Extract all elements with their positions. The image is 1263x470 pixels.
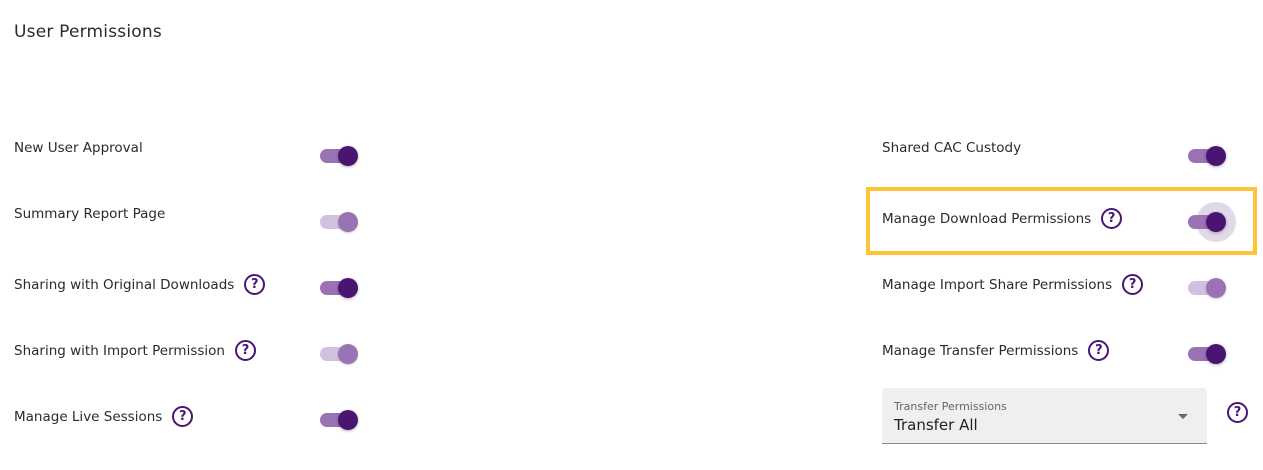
permission-label-text: Summary Report Page: [14, 206, 166, 222]
permission-row-manage-transfer-permissions: Manage Transfer Permissions ?: [882, 340, 1242, 364]
permission-label-text: Sharing with Import Permission: [14, 342, 225, 359]
permission-label-text: New User Approval: [14, 140, 143, 156]
manage-transfer-permissions-toggle[interactable]: [1188, 342, 1226, 366]
manage-download-permissions-toggle[interactable]: [1188, 202, 1236, 242]
permission-label-text: Manage Import Share Permissions: [882, 276, 1113, 293]
permission-row-sharing-import-permission: Sharing with Import Permission ?: [14, 340, 374, 364]
select-label: Transfer Permissions: [894, 400, 1007, 413]
toggle-thumb: [1206, 146, 1226, 166]
toggle-thumb: [338, 278, 358, 298]
permission-row-manage-import-share-permissions: Manage Import Share Permissions ?: [882, 274, 1242, 298]
permission-label: Sharing with Original Downloads ?: [14, 274, 266, 295]
permission-label: Shared CAC Custody: [882, 138, 1021, 158]
summary-report-page-toggle[interactable]: [320, 210, 358, 234]
new-user-approval-toggle[interactable]: [320, 144, 358, 168]
permission-row-manage-live-sessions: Manage Live Sessions ?: [14, 406, 374, 430]
transfer-permissions-select[interactable]: Transfer Permissions Transfer All: [882, 388, 1207, 444]
permission-label: Manage Download Permissions ?: [882, 208, 1123, 229]
permission-label: Sharing with Import Permission ?: [14, 340, 256, 361]
toggle-thumb: [338, 344, 358, 364]
permission-label: Manage Live Sessions ?: [14, 406, 194, 427]
permission-label-text: Manage Download Permissions: [882, 210, 1092, 227]
sharing-import-permission-toggle[interactable]: [320, 342, 358, 366]
select-value: Transfer All: [894, 416, 978, 434]
permission-row-shared-cac-custody: Shared CAC Custody: [882, 138, 1242, 166]
toggle-thumb: [338, 146, 358, 166]
help-icon[interactable]: ?: [1101, 208, 1123, 229]
toggle-thumb: [1206, 212, 1226, 232]
permission-label: Manage Import Share Permissions ?: [882, 274, 1144, 295]
permission-label: Manage Transfer Permissions ?: [882, 340, 1110, 361]
chevron-down-icon: [1178, 414, 1188, 419]
toggle-thumb: [1206, 278, 1226, 298]
permission-row-new-user-approval: New User Approval: [14, 138, 374, 166]
permission-label-text: Shared CAC Custody: [882, 140, 1022, 156]
manage-import-share-permissions-toggle[interactable]: [1188, 276, 1226, 300]
toggle-thumb: [338, 212, 358, 232]
shared-cac-custody-toggle[interactable]: [1188, 144, 1226, 168]
help-icon[interactable]: ?: [1122, 274, 1144, 295]
permission-label-text: Manage Transfer Permissions: [882, 342, 1079, 359]
sharing-original-downloads-toggle[interactable]: [320, 276, 358, 300]
toggle-thumb: [338, 410, 358, 430]
toggle-thumb: [1206, 344, 1226, 364]
help-icon[interactable]: ?: [172, 406, 194, 427]
help-icon[interactable]: ?: [234, 340, 256, 361]
manage-live-sessions-toggle[interactable]: [320, 408, 358, 432]
help-icon[interactable]: ?: [1088, 340, 1110, 361]
permission-label: Summary Report Page: [14, 204, 165, 224]
permission-label-text: Sharing with Original Downloads: [14, 276, 235, 293]
permission-label-text: Manage Live Sessions: [14, 408, 163, 425]
transfer-permissions-help-icon[interactable]: ?: [1227, 402, 1248, 423]
permission-row-sharing-original-downloads: Sharing with Original Downloads ?: [14, 274, 374, 298]
permission-row-manage-download-permissions: Manage Download Permissions ?: [882, 202, 1242, 242]
page-title: User Permissions: [14, 22, 162, 42]
permission-row-summary-report-page: Summary Report Page: [14, 204, 374, 232]
permission-label: New User Approval: [14, 138, 143, 158]
help-icon[interactable]: ?: [244, 274, 266, 295]
